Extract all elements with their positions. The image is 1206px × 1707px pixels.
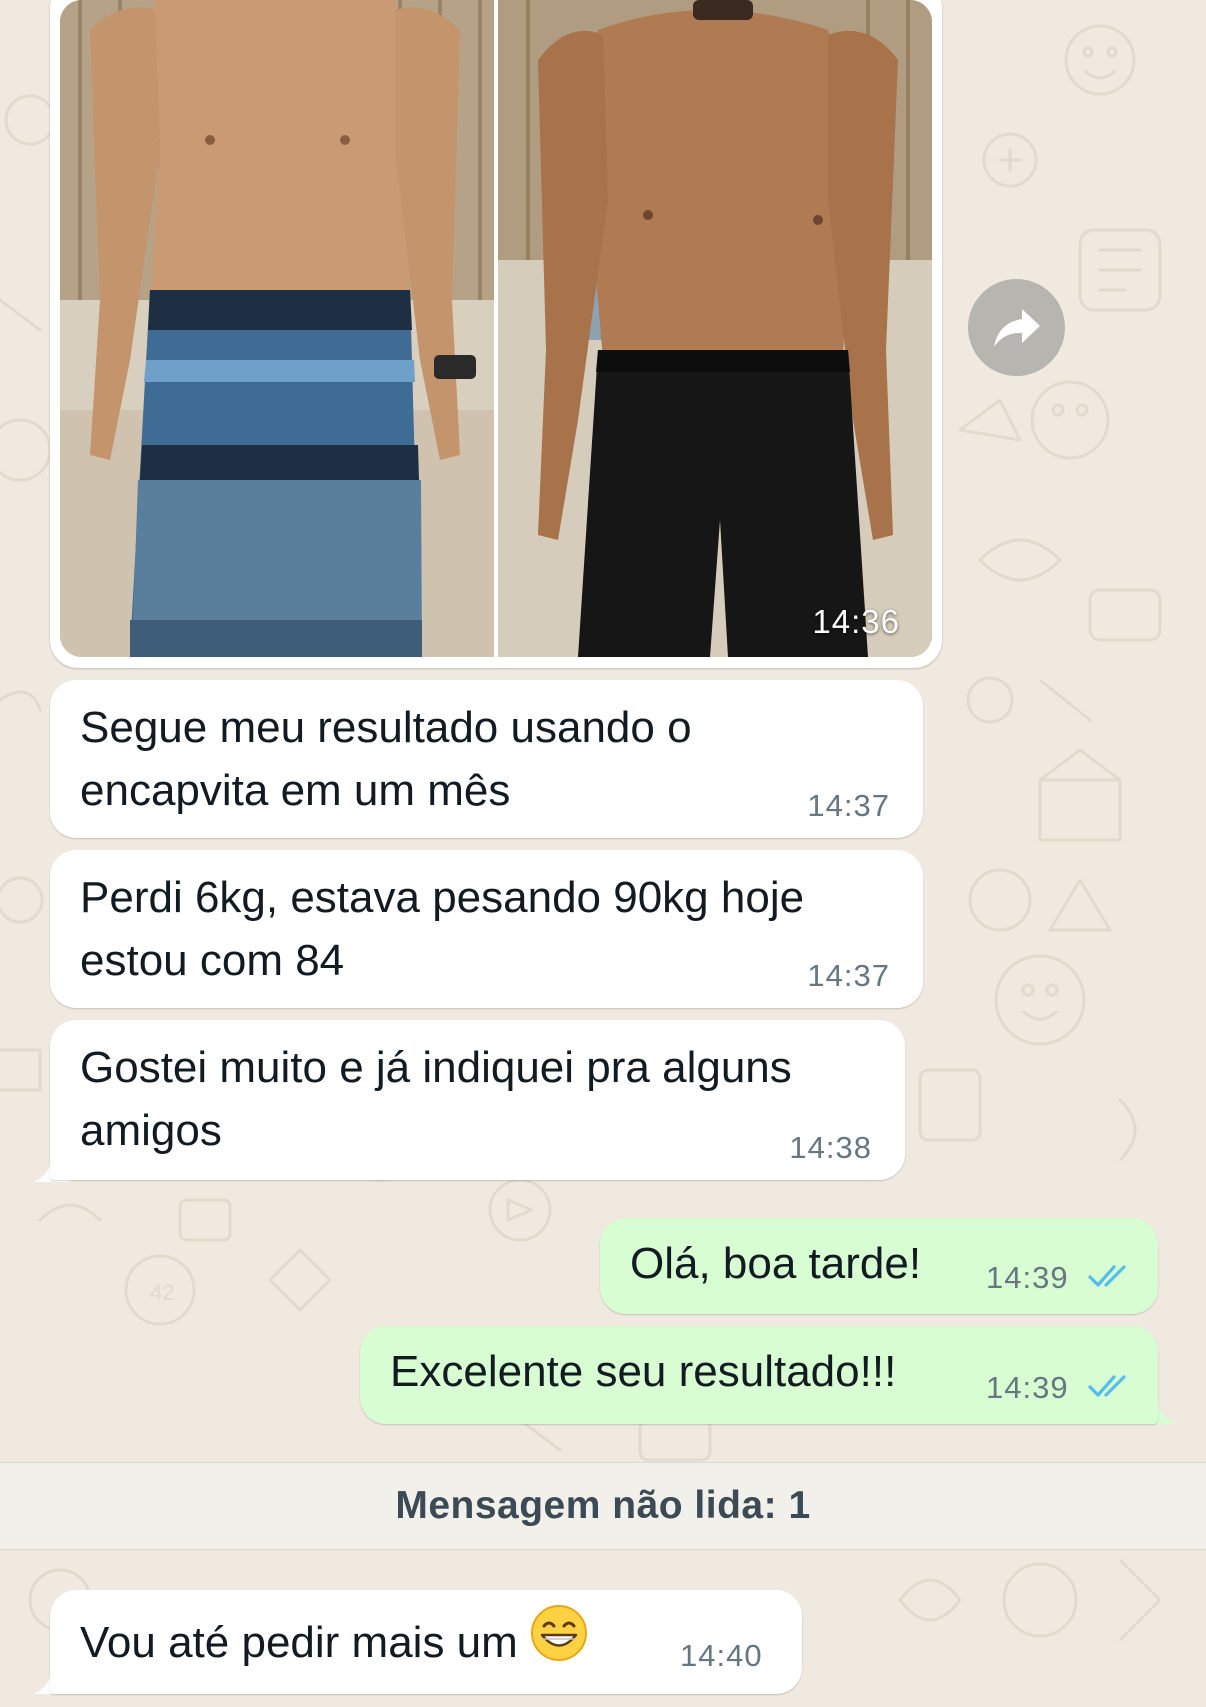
photo-frame[interactable]: 14:36 (60, 0, 932, 657)
photo-message-bubble[interactable]: 14:36 (50, 0, 942, 668)
message-line: estou com 84 (80, 936, 345, 985)
double-check-icon (1088, 1375, 1126, 1397)
message-timestamp: 14:37 (807, 788, 890, 823)
photo-timestamp: 14:36 (812, 603, 900, 640)
message-text: Segue meu resultado usando o encapvita e… (80, 696, 692, 822)
after-photo[interactable] (498, 0, 932, 657)
message-text: Gostei muito e já indiquei pra alguns am… (80, 1036, 792, 1162)
message-text: Vou até pedir mais um (80, 1605, 588, 1683)
message-line: encapvita em um mês (80, 766, 511, 815)
message-line: amigos (80, 1106, 222, 1155)
unread-messages-banner: Mensagem não lida: 1 (0, 1462, 1206, 1550)
message-text: Excelente seu resultado!!! (390, 1347, 897, 1396)
grinning-face-emoji (530, 1604, 588, 1679)
message-timestamp: 14:38 (789, 1130, 872, 1165)
forward-arrow-icon (993, 308, 1040, 347)
message-timestamp: 14:39 (986, 1370, 1069, 1405)
before-photo[interactable] (60, 0, 494, 657)
message-line: Segue meu resultado usando o (80, 703, 692, 752)
double-check-icon (1088, 1265, 1126, 1287)
incoming-message[interactable]: Segue meu resultado usando o encapvita e… (50, 680, 923, 838)
message-timestamp: 14:37 (807, 958, 890, 993)
message-text: Olá, boa tarde! (630, 1239, 922, 1288)
incoming-message[interactable]: Gostei muito e já indiquei pra alguns am… (50, 1020, 905, 1180)
incoming-message[interactable]: Perdi 6kg, estava pesando 90kg hoje esto… (50, 850, 923, 1008)
message-line: Gostei muito e já indiquei pra alguns (80, 1043, 792, 1092)
message-timestamp: 14:39 (986, 1260, 1069, 1295)
outgoing-message[interactable]: Excelente seu resultado!!! 14:39 (360, 1326, 1158, 1424)
message-timestamp: 14:40 (680, 1638, 763, 1673)
svg-text:42: 42 (150, 1280, 174, 1305)
message-line: Vou até pedir mais um (80, 1618, 518, 1668)
forward-button[interactable] (968, 279, 1065, 376)
message-line: Perdi 6kg, estava pesando 90kg hoje (80, 873, 805, 922)
incoming-message[interactable]: Vou até pedir mais um 14:40 (50, 1590, 802, 1694)
message-text: Perdi 6kg, estava pesando 90kg hoje esto… (80, 866, 804, 992)
outgoing-message[interactable]: Olá, boa tarde! 14:39 (600, 1218, 1158, 1314)
